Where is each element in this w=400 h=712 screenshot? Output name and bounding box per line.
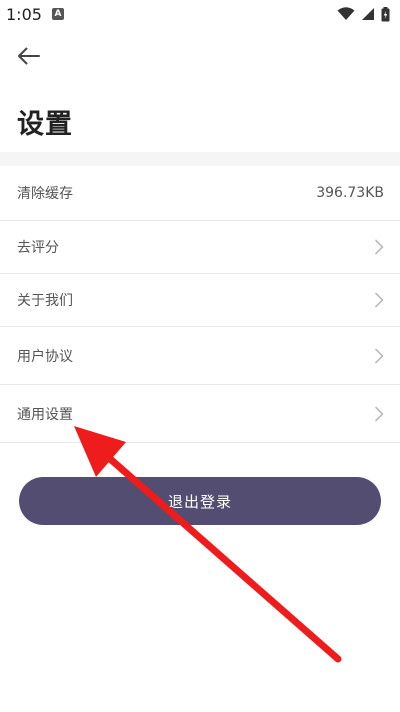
settings-item-rate[interactable]: 去评分 [0, 221, 400, 274]
settings-list: 清除缓存 396.73KB 去评分 关于我们 用户协议 通用设置 [0, 166, 400, 443]
chevron-right-icon [374, 292, 384, 308]
chevron-right-icon [374, 406, 384, 422]
settings-item-clear-cache[interactable]: 清除缓存 396.73KB [0, 166, 400, 221]
status-time: 1:05 [6, 4, 42, 24]
settings-item-user-agreement[interactable]: 用户协议 [0, 327, 400, 385]
section-divider [0, 152, 400, 166]
logout-button[interactable]: 退出登录 [19, 477, 381, 525]
settings-item-about-us[interactable]: 关于我们 [0, 274, 400, 327]
battery-icon [381, 6, 390, 21]
settings-item-label: 通用设置 [17, 406, 73, 423]
back-arrow-icon [18, 47, 40, 65]
chevron-right-icon [374, 348, 384, 364]
settings-item-label: 去评分 [17, 240, 59, 256]
chevron-right-icon [374, 239, 384, 255]
back-button[interactable] [14, 42, 44, 70]
notification-icon: A [51, 8, 64, 20]
cache-size-value: 396.73KB [316, 185, 384, 201]
settings-item-label: 关于我们 [17, 293, 73, 309]
signal-icon [362, 8, 374, 20]
settings-item-label: 清除缓存 [17, 186, 73, 202]
settings-item-general[interactable]: 通用设置 [0, 385, 400, 443]
status-right [337, 6, 390, 22]
logout-label: 退出登录 [167, 492, 232, 511]
status-bar: 1:05 A [0, 0, 400, 28]
status-left: 1:05 A [6, 5, 64, 24]
settings-item-label: 用户协议 [17, 348, 73, 365]
page-title: 设置 [17, 109, 73, 140]
wifi-icon [337, 7, 355, 20]
